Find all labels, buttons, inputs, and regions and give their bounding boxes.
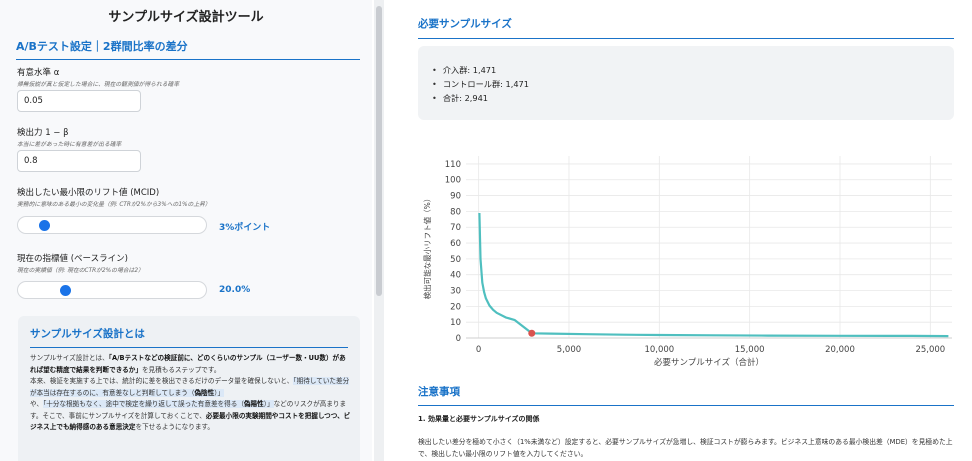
alpha-desc: 帰無仮説が真と仮定した場合に、現在の観測値が得られる確率: [17, 82, 180, 88]
power-label: 検出力 1 − β: [17, 128, 69, 138]
y-tick-label: 10: [450, 318, 461, 328]
baseline-slider-thumb[interactable]: [59, 285, 71, 296]
mcid-slider-thumb[interactable]: [39, 220, 51, 231]
mcid-desc: 実務的に意味のある最小の変化量（例: CTRが2%から3%への1%の上昇）: [17, 202, 211, 208]
result-control: コントロール群: 1,471: [432, 77, 529, 91]
x-tick-label: 10,000: [644, 345, 674, 355]
x-tick-label: 5,000: [557, 345, 581, 355]
mcid-slider[interactable]: [17, 216, 207, 234]
mcid-value: 3%ポイント: [219, 223, 271, 233]
result-total: 合計: 2,941: [432, 91, 529, 105]
info-text: や、: [30, 400, 43, 408]
mcid-label: 検出したい最小限のリフト値 (MCID): [17, 188, 160, 198]
left-scrollbar[interactable]: [374, 0, 384, 461]
results-card: 介入群: 1,471 コントロール群: 1,471 合計: 2,941: [418, 46, 954, 120]
y-tick-label: 60: [450, 239, 461, 249]
info-text: を下せるようになります。: [135, 423, 214, 431]
alpha-input[interactable]: [17, 90, 141, 112]
info-text: サンプルサイズ設計とは、: [30, 354, 109, 362]
y-tick-label: 20: [450, 302, 461, 312]
alpha-label: 有意水準 α: [17, 68, 60, 78]
info-text: 本来、検証を実施する上では、統計的に差を検出できるだけのデータ量を確保しないと、: [30, 377, 294, 385]
results-title: 必要サンプルサイズ: [418, 16, 954, 39]
result-treatment: 介入群: 1,471: [432, 63, 529, 77]
y-tick-label: 40: [450, 271, 461, 281]
x-tick-label: 0: [476, 345, 481, 355]
settings-section-title: A/Bテスト設定｜2群間比率の差分: [16, 38, 360, 60]
settings-panel: サンプルサイズ設計ツール A/Bテスト設定｜2群間比率の差分 有意水準 α 帰無…: [0, 0, 372, 461]
power-input[interactable]: [17, 150, 141, 172]
current-point-marker: [528, 329, 536, 337]
notes-body: 検出したい差分を極めて小さく（1%未満など）設定すると、必要サンプルサイズが急増…: [418, 438, 953, 458]
plot-area: [466, 156, 952, 338]
info-body: サンプルサイズ設計とは、「A/Bテストなどの検証前に、どのくらいのサンプル（ユー…: [30, 353, 352, 434]
baseline-label: 現在の指標値 (ベースライン): [17, 254, 128, 264]
y-tick-label: 50: [450, 255, 461, 265]
lift-vs-sample-chart: 0 10 20 30 40 50 60 70 80 90 100 110 0 5,000 10,000 15,…: [422, 156, 952, 368]
notes-title: 注意事項: [418, 384, 954, 406]
info-text: を見積もるステップです。: [141, 365, 221, 374]
x-tick-label: 15,000: [735, 345, 765, 355]
chart-xlabel: 必要サンプルサイズ（合計）: [654, 357, 764, 368]
y-tick-label: 30: [450, 287, 461, 297]
y-tick-label: 100: [445, 176, 461, 186]
y-tick-label: 70: [450, 223, 461, 233]
baseline-slider[interactable]: [17, 281, 207, 299]
power-desc: 本当に差があった時に有意差が出る確率: [17, 142, 122, 148]
chart-ylabel: 検出可能な最小リフト値（%）: [422, 195, 432, 300]
notes-subtitle: 1. 効果量と必要サンプルサイズの関係: [418, 415, 540, 423]
left-scrollbar-thumb[interactable]: [376, 6, 382, 296]
info-highlight: 「十分な根拠もなく、途中で検定を繰り返して誤った有意差を得る（偽陽性）」: [43, 400, 274, 408]
app-title: サンプルサイズ設計ツール: [108, 10, 264, 25]
info-title: サンプルサイズ設計とは: [30, 326, 348, 348]
y-tick-label: 80: [450, 207, 461, 217]
y-tick-label: 90: [450, 192, 461, 202]
y-tick-label: 0: [456, 334, 461, 344]
y-tick-label: 110: [445, 160, 461, 170]
x-tick-label: 20,000: [825, 345, 855, 355]
x-tick-label: 25,000: [915, 345, 945, 355]
results-list: 介入群: 1,471 コントロール群: 1,471 合計: 2,941: [432, 63, 529, 105]
baseline-value: 20.0%: [219, 285, 251, 295]
chart-card: 0 10 20 30 40 50 60 70 80 90 100 110 0 5,000 10,000 15,…: [418, 142, 954, 368]
info-card: サンプルサイズ設計とは サンプルサイズ設計とは、「A/Bテストなどの検証前に、ど…: [18, 316, 360, 461]
baseline-desc: 現在の実績値（例: 現在のCTRが2%の場合は2）: [17, 268, 144, 274]
